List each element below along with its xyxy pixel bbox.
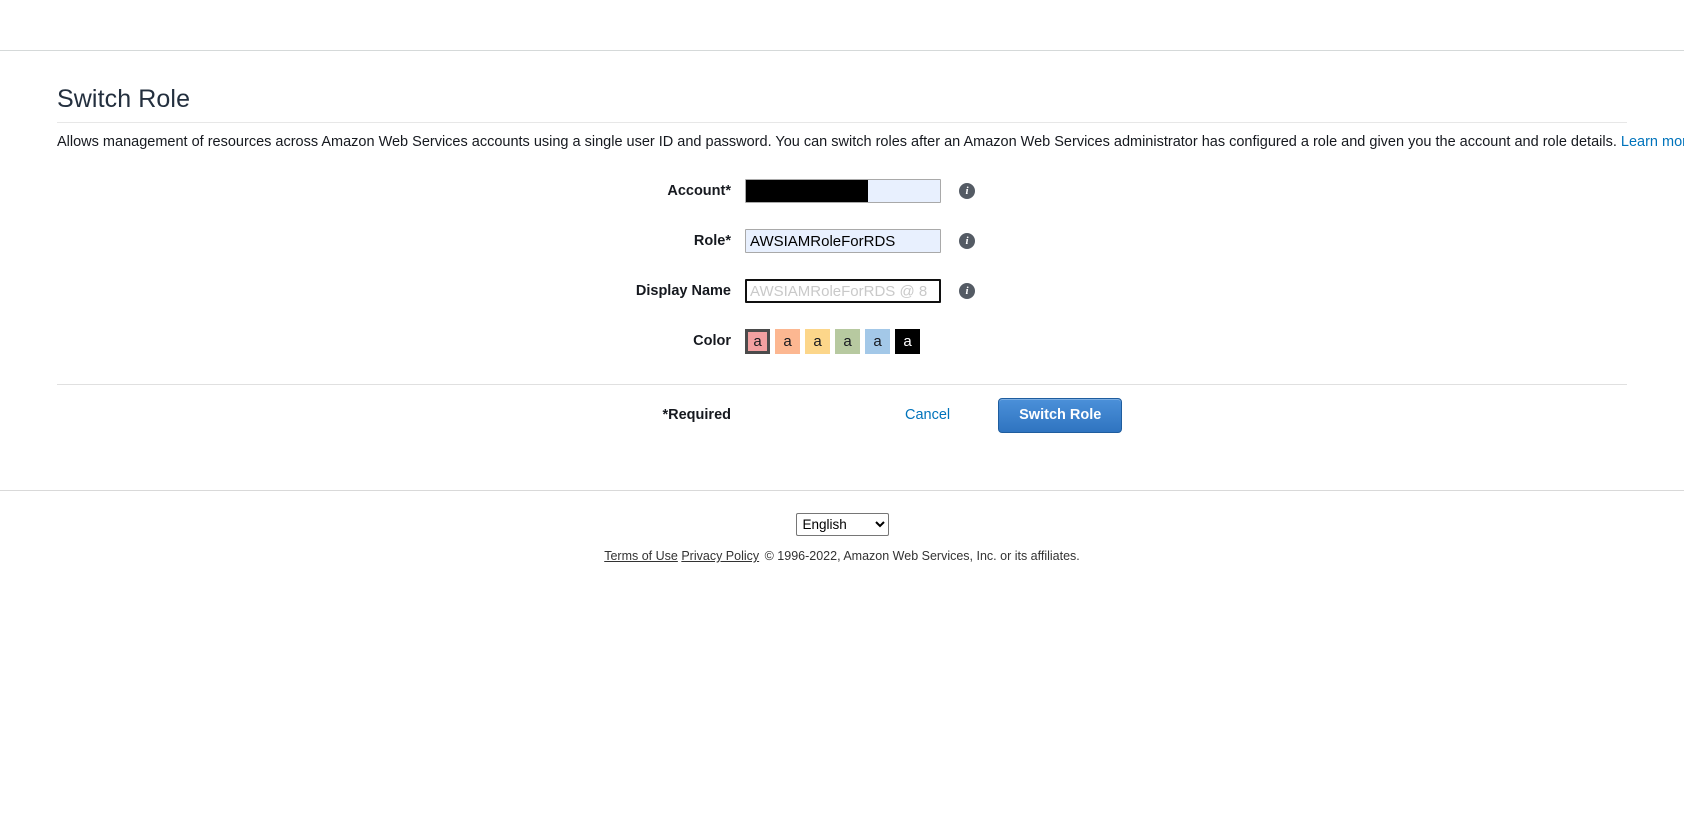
color-swatch-group: aaaaaa (745, 329, 920, 354)
description-text: Allows management of resources across Am… (57, 134, 1621, 150)
cancel-button[interactable]: Cancel (905, 407, 950, 423)
account-label: Account* (57, 183, 745, 199)
language-select[interactable]: EnglishDeutschEspañolFrançaisItalianoPor… (796, 513, 889, 536)
legal-line: Terms of Use Privacy Policy © 1996-2022,… (0, 549, 1684, 563)
display-name-field-wrap (745, 279, 941, 303)
color-swatch-salmon[interactable]: a (745, 329, 770, 354)
color-swatch-black[interactable]: a (895, 329, 920, 354)
display-name-info-icon[interactable]: i (959, 283, 975, 299)
page-title: Switch Role (57, 85, 1627, 114)
privacy-policy-link[interactable]: Privacy Policy (681, 549, 759, 563)
role-info-icon[interactable]: i (959, 233, 975, 249)
page-container: Switch Role Allows management of resourc… (0, 85, 1684, 563)
form-row-role: Role* i (57, 226, 1627, 256)
color-swatch-peach[interactable]: a (775, 329, 800, 354)
required-note: *Required (57, 407, 745, 423)
switch-role-form: Account* i Role* i Display Name (57, 176, 1627, 356)
role-field-wrap (745, 229, 941, 253)
color-swatch-blue[interactable]: a (865, 329, 890, 354)
learn-more-link[interactable]: Learn more. (1621, 134, 1684, 150)
account-field-wrap (745, 179, 941, 203)
form-row-display-name: Display Name i (57, 276, 1627, 306)
color-swatch-sage[interactable]: a (835, 329, 860, 354)
page-footer: EnglishDeutschEspañolFrançaisItalianoPor… (0, 491, 1684, 563)
form-row-account: Account* i (57, 176, 1627, 206)
color-swatch-amber[interactable]: a (805, 329, 830, 354)
account-input[interactable] (745, 179, 941, 203)
terms-of-use-link[interactable]: Terms of Use (604, 549, 678, 563)
account-info-icon[interactable]: i (959, 183, 975, 199)
content-column: Switch Role Allows management of resourc… (57, 85, 1627, 445)
role-label: Role* (57, 233, 745, 249)
display-name-label: Display Name (57, 283, 745, 299)
display-name-input[interactable] (745, 279, 941, 303)
color-label: Color (57, 333, 745, 349)
browser-top-bar (0, 0, 1684, 51)
form-actions: *Required Cancel Switch Role (57, 385, 1627, 445)
role-input[interactable] (745, 229, 941, 253)
copyright-text: © 1996-2022, Amazon Web Services, Inc. o… (765, 549, 1080, 563)
form-row-color: Color aaaaaa (57, 326, 1627, 356)
switch-role-button[interactable]: Switch Role (998, 398, 1122, 433)
title-divider (57, 122, 1627, 123)
page-description: Allows management of resources across Am… (57, 133, 1627, 152)
